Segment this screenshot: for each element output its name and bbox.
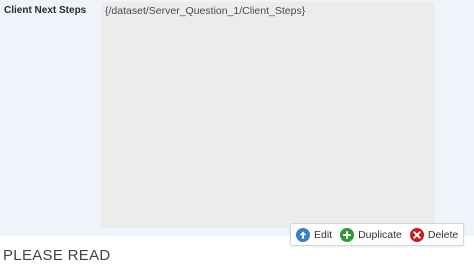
duplicate-button[interactable]: Duplicate (340, 227, 402, 242)
x-circle-icon (409, 227, 424, 242)
field-panel: Client Next Steps {/dataset/Server_Quest… (0, 0, 474, 236)
arrow-up-circle-icon (296, 227, 310, 242)
section-heading: PLEASE READ (3, 247, 111, 264)
delete-button[interactable]: Delete (409, 227, 459, 242)
edit-button[interactable]: Edit (296, 227, 333, 242)
duplicate-button-label: Duplicate (358, 228, 402, 241)
action-toolbar: Edit Duplicate Delete (290, 223, 464, 246)
edit-button-label: Edit (314, 228, 333, 241)
delete-button-label: Delete (427, 228, 459, 241)
field-value-box[interactable]: {/dataset/Server_Question_1/Client_Steps… (101, 2, 435, 228)
field-label: Client Next Steps (4, 5, 87, 16)
plus-circle-icon (340, 227, 355, 242)
